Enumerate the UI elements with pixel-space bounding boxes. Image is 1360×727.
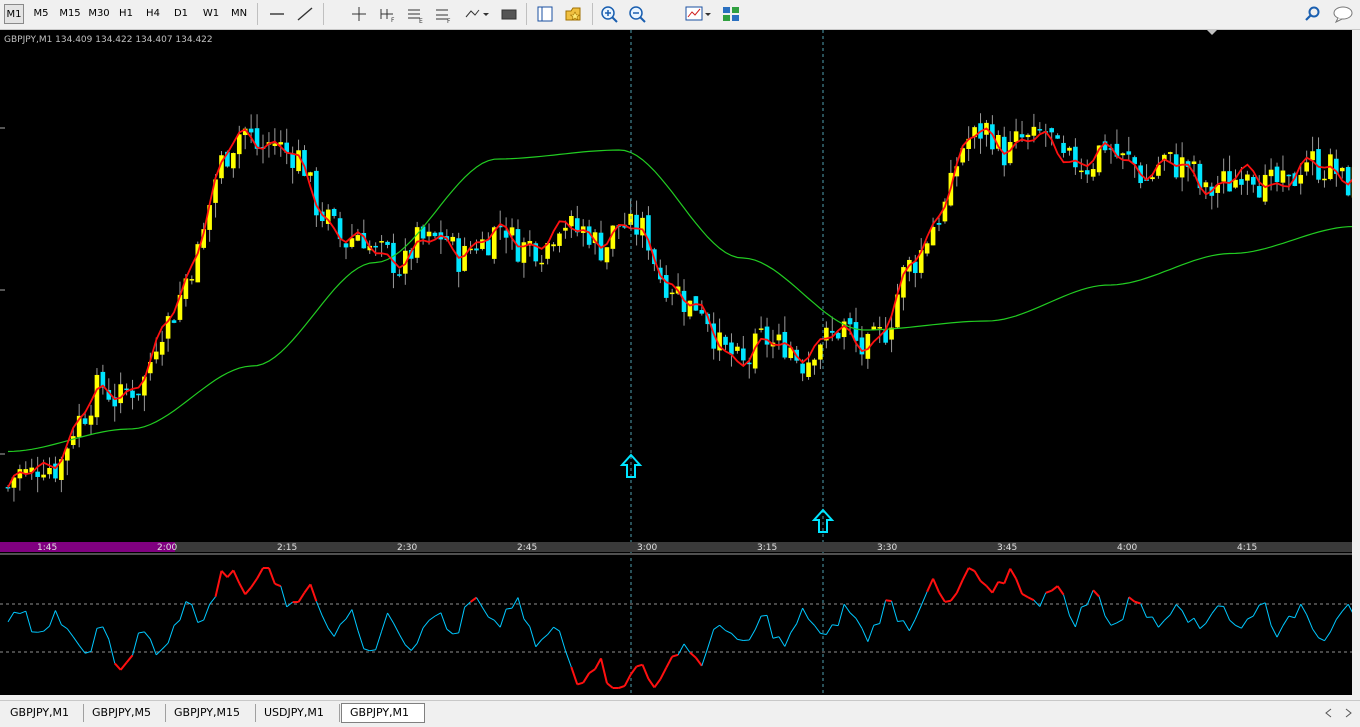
chart-background [0,30,1352,695]
chat-icon[interactable] [1330,4,1356,24]
time-label: 1:45 [37,543,57,553]
toolbar-separator [323,3,324,25]
tab-gbpjpy-m5[interactable]: GBPJPY,M5 [84,704,166,722]
time-label: 2:00 [157,543,177,553]
time-label: 4:15 [1237,543,1257,553]
price-scale-strip [1352,30,1360,695]
timeframe-m15-button[interactable]: M15 [57,4,83,24]
crosshair-icon[interactable] [348,4,370,24]
search-icon[interactable] [1302,4,1324,24]
time-axis-bar [0,542,1352,552]
rectangle-icon[interactable] [498,4,520,24]
oscillator-segment [886,600,892,601]
timeframe-h1-button[interactable]: H1 [116,4,136,24]
svg-text:E: E [419,18,423,24]
tab-usdjpy-m1[interactable]: USDJPY,M1 [256,704,340,722]
favorites-icon[interactable] [562,4,584,24]
toolbar-separator [526,3,527,25]
timeframe-mn-button[interactable]: MN [228,4,250,24]
toolbar: M1 M5 M15 M30 H1 H4 D1 W1 MN F E F [0,0,1360,30]
chart-type-icon[interactable] [684,4,714,24]
toolbar-separator [257,3,258,25]
timeframe-m1-button[interactable]: M1 [4,4,24,24]
toolbar-separator [592,3,593,25]
subwindow-divider [0,553,1352,555]
svg-text:F: F [447,18,451,24]
timeframe-m30-button[interactable]: M30 [86,4,112,24]
time-label: 4:00 [1117,543,1137,553]
chart-header: GBPJPY,M1 134.409 134.422 134.407 134.42… [4,35,213,45]
objects-dropdown-icon[interactable] [462,4,490,24]
time-label: 2:15 [277,543,297,553]
time-label: 3:30 [877,543,897,553]
oscillator-segment [945,601,951,602]
tile-windows-icon[interactable] [720,4,742,24]
oscillator-segment [1218,606,1224,607]
price-chart[interactable]: GBPJPY,M1 134.409 134.422 134.407 134.42… [0,30,1352,695]
chart-window[interactable]: GBPJPY,M1 134.409 134.422 134.407 134.42… [0,30,1352,695]
tab-gbpjpy-m15[interactable]: GBPJPY,M15 [166,704,256,722]
tab-scroll-right-icon[interactable] [1340,703,1356,723]
timeframe-w1-button[interactable]: W1 [200,4,222,24]
timeframe-d1-button[interactable]: D1 [171,4,191,24]
tab-scroll-left-icon[interactable] [1320,703,1336,723]
time-label: 2:45 [517,543,537,553]
horizontal-line-icon[interactable] [266,4,288,24]
timeframe-m5-button[interactable]: M5 [30,4,52,24]
tab-gbpjpy-m1[interactable]: GBPJPY,M1 [2,704,84,722]
candle [1346,165,1351,196]
trend-line-icon[interactable] [294,4,316,24]
time-axis-highlight [0,542,175,552]
time-label: 3:15 [757,543,777,553]
tab-gbpjpy-m1-active[interactable]: GBPJPY,M1 [341,703,425,723]
candle [95,368,100,425]
navigator-icon[interactable] [534,4,556,24]
time-label: 3:00 [637,543,657,553]
zoom-in-icon[interactable] [599,4,621,24]
time-label: 3:45 [997,543,1017,553]
chart-tabs: GBPJPY,M1 GBPJPY,M5 GBPJPY,M15 USDJPY,M1… [0,700,1360,724]
timeframe-h4-button[interactable]: H4 [143,4,163,24]
svg-text:F: F [391,17,395,24]
fibonacci-expansion-icon[interactable]: E [404,4,426,24]
time-label: 2:30 [397,543,417,553]
zoom-out-icon[interactable] [627,4,649,24]
fibonacci-fan-icon[interactable]: F [376,4,398,24]
fibonacci-retracement-icon[interactable]: F [432,4,454,24]
